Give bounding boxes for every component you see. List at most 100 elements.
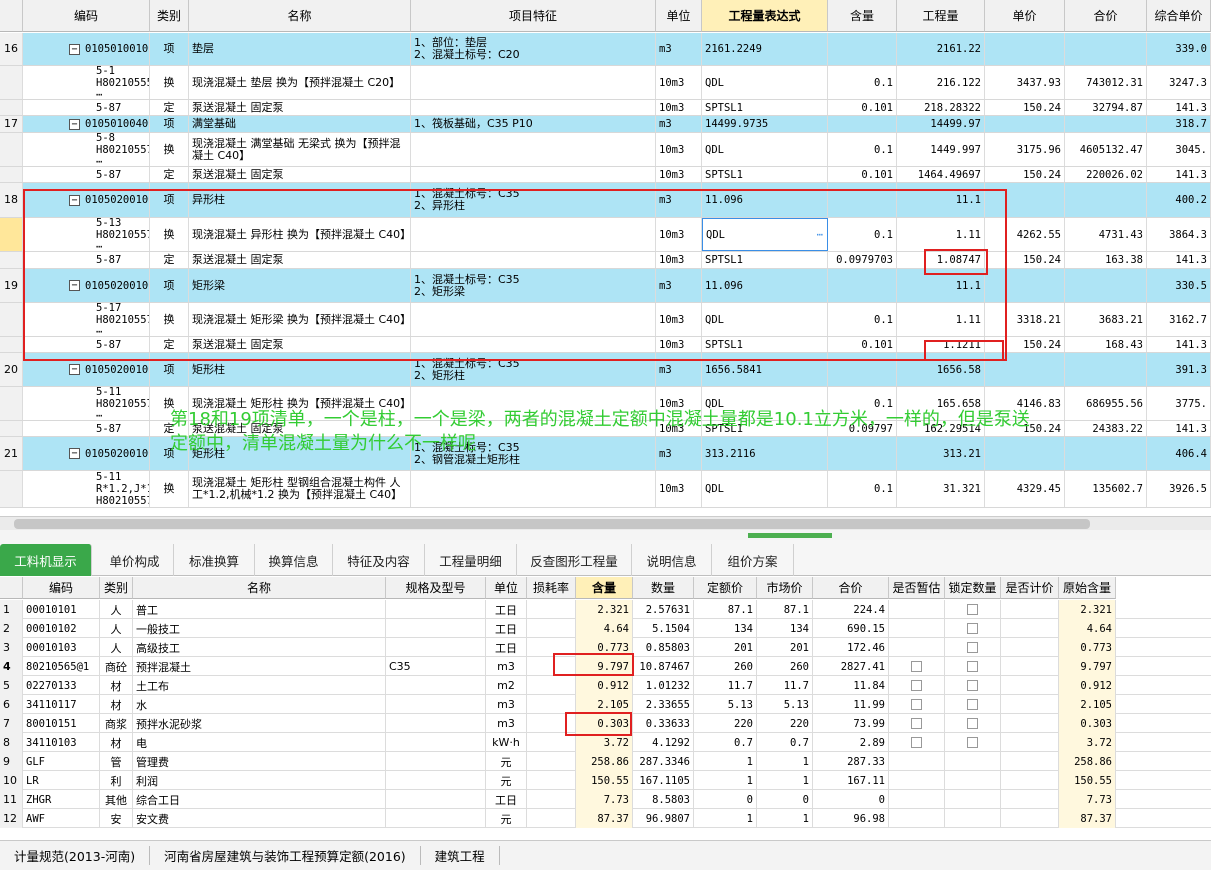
resource-cell-spec[interactable] <box>386 733 486 752</box>
resource-cell-orig[interactable]: 150.55 <box>1059 771 1116 790</box>
cell-expr[interactable]: SPTSL1 <box>702 337 828 352</box>
tab-8[interactable]: 组价方案 <box>712 544 794 576</box>
collapse-toggle-icon[interactable]: − <box>69 194 80 206</box>
cell-content[interactable] <box>828 269 897 302</box>
resource-column-header-4[interactable]: 规格及型号 <box>386 577 486 599</box>
resource-cell-qty[interactable]: 8.5803 <box>633 790 694 809</box>
resource-cell-name[interactable]: 一般技工 <box>133 619 386 638</box>
resource-cell-code[interactable]: AWF <box>23 809 100 828</box>
resource-cell-base[interactable]: 134 <box>694 619 757 638</box>
cell-qty[interactable]: 1.08747 <box>897 252 985 268</box>
resource-cell-spec[interactable] <box>386 619 486 638</box>
tab-7[interactable]: 说明信息 <box>632 544 712 576</box>
cell-total[interactable]: 4605132.47 <box>1065 133 1147 166</box>
cell-price[interactable]: 150.24 <box>985 100 1065 115</box>
resource-cell-spec[interactable] <box>386 600 486 619</box>
resource-column-header-5[interactable]: 单位 <box>486 577 527 599</box>
resource-cell-code[interactable]: 34110117 <box>23 695 100 714</box>
bill-item-row[interactable]: 20 −010502001002 项 矩形柱 1、混凝土标号：C35 2、矩形柱 m3 16… <box>0 353 1211 387</box>
resource-cell-unit[interactable]: kW·h <box>486 733 527 752</box>
cell-feature[interactable] <box>411 100 656 115</box>
resource-cell-loss[interactable] <box>527 676 576 695</box>
cell-code[interactable]: 5-87 <box>23 167 150 182</box>
resource-cell-total[interactable]: 224.4 <box>813 600 889 619</box>
resource-cell-lock[interactable] <box>945 657 1001 676</box>
resource-row[interactable]: 8 34110103 材电 kW·h 3.72 4.1292 0.7 0.7 2.89 3.72 <box>0 733 1211 752</box>
resource-cell-total[interactable]: 172.46 <box>813 638 889 657</box>
resource-cell-market[interactable]: 0 <box>757 790 813 809</box>
cell-feature[interactable] <box>411 218 656 251</box>
collapse-toggle-icon[interactable]: − <box>69 448 80 459</box>
cell-feature[interactable] <box>411 252 656 268</box>
cell-price[interactable] <box>985 269 1065 302</box>
cell-content[interactable]: 0.101 <box>828 167 897 182</box>
cell-expr[interactable]: QDL ⋯ <box>702 218 828 251</box>
resource-cell-type[interactable]: 安 <box>100 809 133 828</box>
cell-name[interactable]: 满堂基础 <box>189 116 411 132</box>
resource-column-header-1[interactable]: 编码 <box>23 577 100 599</box>
cell-comp[interactable]: 3247.3 <box>1147 66 1211 99</box>
cell-total[interactable]: 135602.7 <box>1065 471 1147 507</box>
resource-cell-name[interactable]: 管理费 <box>133 752 386 771</box>
cell-expr[interactable]: QDL <box>702 66 828 99</box>
resource-cell-loss[interactable] <box>527 733 576 752</box>
resource-cell-content[interactable]: 0.303 <box>576 714 633 733</box>
resource-column-header-13[interactable]: 锁定数量 <box>945 577 1001 599</box>
checkbox-est[interactable] <box>911 718 922 729</box>
cell-total[interactable] <box>1065 269 1147 302</box>
cell-qty[interactable]: 1.1211 <box>897 337 985 352</box>
resource-cell-code[interactable]: 34110103 <box>23 733 100 752</box>
resource-column-header-9[interactable]: 定额价 <box>694 577 757 599</box>
resource-cell-calc[interactable] <box>1001 790 1059 809</box>
cell-unit[interactable]: 10m3 <box>656 66 702 99</box>
resource-cell-base[interactable]: 5.13 <box>694 695 757 714</box>
resource-row[interactable]: 4 80210565@1 商砼 预拌混凝土 C35 m3 9.797 10.87467 260 2… <box>0 657 1211 676</box>
resource-cell-code[interactable]: 80210565@1 <box>23 657 100 676</box>
cell-type[interactable]: 定 <box>150 100 189 115</box>
cell-comp[interactable]: 3864.3 <box>1147 218 1211 251</box>
resource-cell-orig[interactable]: 87.37 <box>1059 809 1116 828</box>
bill-item-row[interactable]: 18 −010502001001 项 异形柱 1、混凝土标号：C35 2、异形柱 m3 11… <box>0 183 1211 218</box>
checkbox-lock[interactable] <box>967 737 978 748</box>
cell-content[interactable]: 0.101 <box>828 100 897 115</box>
resource-cell-content[interactable]: 3.72 <box>576 733 633 752</box>
cell-feature[interactable]: 1、部位：垫层 2、混凝土标号：C20 <box>411 33 656 65</box>
cell-comp[interactable]: 339.0 <box>1147 33 1211 65</box>
resource-cell-spec[interactable]: C35 <box>386 657 486 676</box>
tab-2[interactable]: 标准换算 <box>174 544 255 576</box>
resource-cell-lock[interactable] <box>945 809 1001 828</box>
cell-price[interactable]: 3437.93 <box>985 66 1065 99</box>
cell-code[interactable]: 5-11 R*1.2,J*1.2, H80210557 ⋯ <box>23 471 150 507</box>
cell-feature[interactable] <box>411 133 656 166</box>
resource-cell-code[interactable]: 00010102 <box>23 619 100 638</box>
resource-cell-calc[interactable] <box>1001 695 1059 714</box>
cell-price[interactable]: 4329.45 <box>985 471 1065 507</box>
resource-row[interactable]: 3 00010103 人高级技工 工日 0.773 0.85803 201 201 172.46… <box>0 638 1211 657</box>
cell-total[interactable]: 4731.43 <box>1065 218 1147 251</box>
column-header-0[interactable] <box>0 0 23 32</box>
resource-cell-unit[interactable]: 元 <box>486 771 527 790</box>
cell-comp[interactable]: 3926.5 <box>1147 471 1211 507</box>
cell-code[interactable]: 5-87 <box>23 252 150 268</box>
cell-name[interactable]: 现浇混凝土 矩形柱 型钢组合混凝土构件 人工*1.2,机械*1.2 换为【预拌混… <box>189 471 411 507</box>
ellipsis-icon[interactable]: ⋯ <box>817 229 823 241</box>
resource-cell-orig[interactable]: 9.797 <box>1059 657 1116 676</box>
resource-cell-orig[interactable]: 7.73 <box>1059 790 1116 809</box>
cell-price[interactable] <box>985 183 1065 217</box>
cell-feature[interactable]: 1、混凝土标号：C35 2、异形柱 <box>411 183 656 217</box>
resource-cell-calc[interactable] <box>1001 771 1059 790</box>
cell-total[interactable]: 3683.21 <box>1065 303 1147 336</box>
resource-cell-total[interactable]: 287.33 <box>813 752 889 771</box>
cell-code[interactable]: 5-17 H80210557 ⋯ <box>23 303 150 336</box>
cell-content[interactable]: 0.101 <box>828 337 897 352</box>
status-item-1[interactable]: 河南省房屋建筑与装饰工程预算定额(2016) <box>150 846 421 865</box>
resource-cell-market[interactable]: 87.1 <box>757 600 813 619</box>
bill-item-row[interactable]: 19 −010502001004 项 矩形梁 1、混凝土标号：C35 2、矩形梁 m3 11… <box>0 269 1211 303</box>
resource-cell-type[interactable]: 材 <box>100 676 133 695</box>
cell-qty[interactable]: 1464.49697 <box>897 167 985 182</box>
resource-cell-loss[interactable] <box>527 771 576 790</box>
cell-type[interactable]: 换 <box>150 303 189 336</box>
checkbox-lock[interactable] <box>967 680 978 691</box>
resource-cell-unit[interactable]: 工日 <box>486 638 527 657</box>
column-header-7[interactable]: 含量 <box>828 0 897 32</box>
